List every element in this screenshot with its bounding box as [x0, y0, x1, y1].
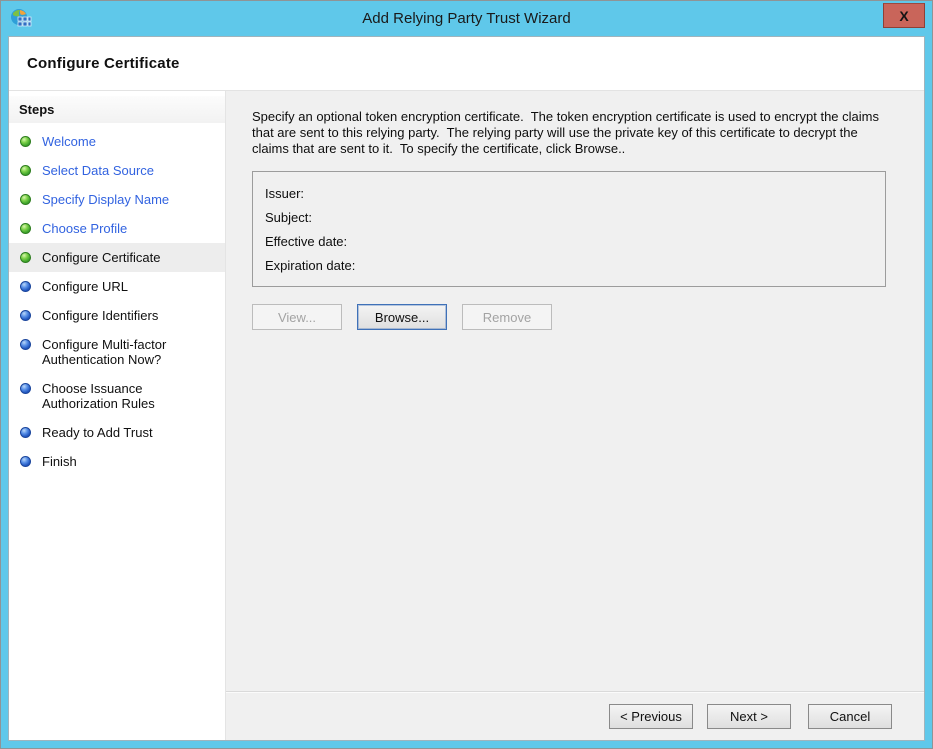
content-column: Specify an optional token encryption cer…: [226, 91, 924, 740]
content-area: Specify an optional token encryption cer…: [226, 91, 924, 691]
previous-button[interactable]: < Previous: [609, 704, 693, 729]
certificate-field-row: Issuer:: [265, 181, 873, 205]
step-dot-green-icon: [20, 194, 31, 205]
titlebar: Add Relying Party Trust Wizard X: [1, 1, 932, 36]
step-label: Configure Identifiers: [42, 308, 158, 323]
step-dot-blue-icon: [20, 427, 31, 438]
step-label: Ready to Add Trust: [42, 425, 153, 440]
cancel-button[interactable]: Cancel: [808, 704, 892, 729]
next-button[interactable]: Next >: [707, 704, 791, 729]
certificate-action-buttons: View... Browse... Remove: [252, 304, 886, 330]
step-item-configure-certificate: Configure Certificate: [9, 243, 225, 272]
step-item-configure-multi-factor-authentication-now: Configure Multi-factor Authentication No…: [9, 330, 225, 374]
view-button: View...: [252, 304, 342, 330]
step-dot-green-icon: [20, 223, 31, 234]
step-item-finish: Finish: [9, 447, 225, 476]
step-label: Configure URL: [42, 279, 128, 294]
step-dot-blue-icon: [20, 339, 31, 350]
certificate-field-row: Effective date:: [265, 229, 873, 253]
step-item-specify-display-name[interactable]: Specify Display Name: [9, 185, 225, 214]
step-item-select-data-source[interactable]: Select Data Source: [9, 156, 225, 185]
step-dot-blue-icon: [20, 310, 31, 321]
wizard-window: Add Relying Party Trust Wizard X Configu…: [0, 0, 933, 749]
certificate-info-box: Issuer: Subject: Effective date: Expiration…: [252, 171, 886, 287]
close-button[interactable]: X: [883, 3, 925, 28]
step-dot-green-icon: [20, 252, 31, 263]
remove-button: Remove: [462, 304, 552, 330]
step-label: Choose Issuance Authorization Rules: [42, 381, 192, 411]
step-label: Select Data Source: [42, 163, 154, 178]
wizard-footer: < Previous Next > Cancel: [226, 691, 924, 740]
browse-button[interactable]: Browse...: [357, 304, 447, 330]
window-title: Add Relying Party Trust Wizard: [1, 1, 932, 36]
step-dot-green-icon: [20, 165, 31, 176]
step-item-choose-issuance-authorization-rules: Choose Issuance Authorization Rules: [9, 374, 225, 418]
step-dot-green-icon: [20, 136, 31, 147]
step-dot-blue-icon: [20, 456, 31, 467]
footer-buttons: < Previous Next > Cancel: [609, 704, 892, 729]
page-header: Configure Certificate: [9, 37, 924, 91]
step-dot-blue-icon: [20, 383, 31, 394]
certificate-field-label: Subject:: [265, 210, 312, 225]
certificate-field-label: Expiration date:: [265, 258, 355, 273]
steps-list: Welcome Select Data Source Specify Display…: [9, 127, 225, 476]
step-item-configure-identifiers: Configure Identifiers: [9, 301, 225, 330]
step-item-ready-to-add-trust: Ready to Add Trust: [9, 418, 225, 447]
certificate-field-row: Expiration date:: [265, 253, 873, 277]
certificate-field-label: Issuer:: [265, 186, 304, 201]
close-icon: X: [899, 9, 908, 23]
step-label: Configure Multi-factor Authentication No…: [42, 337, 192, 367]
step-label: Specify Display Name: [42, 192, 169, 207]
dialog-frame: Configure Certificate Steps Welcome Selec…: [8, 36, 925, 741]
steps-sidebar: Steps Welcome Select Data Source Specify D…: [9, 91, 226, 740]
steps-heading: Steps: [9, 96, 225, 123]
dialog-body: Steps Welcome Select Data Source Specify D…: [9, 91, 924, 740]
step-label: Finish: [42, 454, 77, 469]
step-item-welcome[interactable]: Welcome: [9, 127, 225, 156]
step-label: Choose Profile: [42, 221, 127, 236]
step-label: Configure Certificate: [42, 250, 161, 265]
certificate-field-row: Subject:: [265, 205, 873, 229]
page-title: Configure Certificate: [27, 55, 180, 72]
step-item-choose-profile[interactable]: Choose Profile: [9, 214, 225, 243]
step-dot-blue-icon: [20, 281, 31, 292]
certificate-field-label: Effective date:: [265, 234, 347, 249]
instructions-text: Specify an optional token encryption cer…: [252, 109, 886, 157]
step-label: Welcome: [42, 134, 96, 149]
step-item-configure-url: Configure URL: [9, 272, 225, 301]
